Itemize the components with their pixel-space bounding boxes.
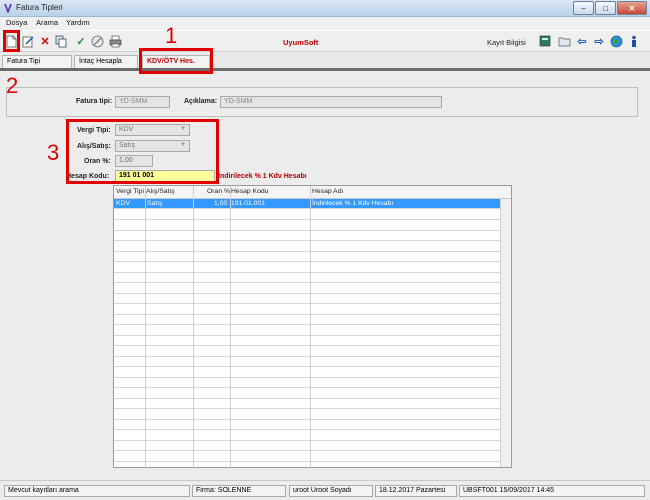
empty-row[interactable] (114, 357, 500, 367)
minimize-button[interactable]: – (573, 1, 594, 15)
empty-row[interactable] (114, 273, 500, 283)
title-bar: Fatura Tipleri – □ ✕ (0, 0, 650, 17)
tab-intac-hesapla[interactable]: İntaç Hesapla (74, 55, 138, 68)
col-alis-satis[interactable]: Alış/Satış (146, 188, 175, 195)
empty-row[interactable] (114, 284, 500, 294)
cell-vergi-tipi: KDV (116, 200, 130, 207)
empty-row[interactable] (114, 221, 500, 231)
annotation-box-1b (139, 48, 213, 74)
col-vergi-tipi[interactable]: Vergi Tipi (116, 188, 144, 195)
edit-icon[interactable] (21, 34, 35, 48)
menu-bar: Dosya Arama Yardım (0, 17, 650, 30)
empty-row[interactable] (114, 431, 500, 441)
check-icon[interactable]: ✓ (74, 34, 88, 48)
globe-icon[interactable] (609, 34, 623, 48)
grid-divider (310, 186, 311, 467)
toolbar: ✕ ✓ UyumSoft Kayıt Bilgisi ⇦ ⇨ (0, 30, 650, 52)
aciklama-field[interactable]: YD-SMM (220, 96, 442, 108)
col-hesap-kodu[interactable]: Hesap Kodu (231, 188, 268, 195)
fatura-tipi-label: Fatura tipi: (76, 98, 113, 105)
empty-row[interactable] (114, 305, 500, 315)
menu-arama[interactable]: Arama (36, 18, 58, 27)
empty-row[interactable] (114, 378, 500, 388)
empty-row[interactable] (114, 441, 500, 451)
calculator-icon[interactable] (538, 34, 552, 48)
col-hesap-adi[interactable]: Hesap Adı (312, 188, 343, 195)
hesap-adi-label: İndirilecek % 1 Kdv Hesabı (218, 173, 307, 180)
cell-oran: 1,00 (214, 200, 228, 207)
brand-label: UyumSoft (283, 38, 319, 47)
print-icon[interactable] (108, 34, 122, 48)
grid-divider (230, 186, 231, 467)
arrow-right-icon[interactable]: ⇨ (592, 34, 606, 48)
window-title: Fatura Tipleri (16, 3, 63, 12)
grid-divider (145, 186, 146, 467)
empty-row[interactable] (114, 294, 500, 304)
cell-alis-satis: Satış (147, 200, 163, 207)
status-firma: Firma: SOLENNE (192, 485, 286, 497)
cancel-icon[interactable] (90, 34, 104, 48)
status-version: UBSFT001 15/09/2017 14:45 (459, 485, 645, 497)
empty-row[interactable] (114, 252, 500, 262)
app-icon (4, 3, 12, 13)
grid-divider (193, 186, 194, 467)
empty-row[interactable] (114, 399, 500, 409)
cell-hesap-kodu: 191.01.001 (231, 200, 266, 207)
folder-icon[interactable] (557, 34, 571, 48)
copy-icon[interactable] (54, 34, 68, 48)
aciklama-label: Açıklama: (184, 98, 218, 105)
kdv-grid[interactable]: Vergi Tipi Alış/Satış Oran % Hesap Kodu … (113, 185, 512, 468)
empty-row[interactable] (114, 462, 500, 467)
empty-row[interactable] (114, 326, 500, 336)
maximize-button[interactable]: □ (595, 1, 616, 15)
empty-row[interactable] (114, 242, 500, 252)
cell-hesap-adi: İndirilecek % 1 Kdv Hesabı (312, 200, 394, 207)
annotation-number-1: 1 (165, 23, 178, 48)
tab-separator (0, 68, 650, 71)
empty-row[interactable] (114, 368, 500, 378)
grid-header: Vergi Tipi Alış/Satış Oran % Hesap Kodu … (114, 186, 511, 199)
table-row[interactable]: KDV Satış 1,00 191.01.001 İndirilecek % … (114, 199, 500, 209)
status-message: Mevcut kayıtları arama (4, 485, 190, 497)
annotation-number-3: 3 (47, 140, 60, 165)
empty-row[interactable] (114, 452, 500, 462)
empty-row[interactable] (114, 420, 500, 430)
empty-row[interactable] (114, 315, 500, 325)
tab-bar: Fatura Tipi İntaç Hesapla KDV/ÖTV Hes. (0, 52, 650, 69)
empty-row[interactable] (114, 347, 500, 357)
menu-yardim[interactable]: Yardım (66, 18, 90, 27)
annotation-box-3 (66, 119, 219, 184)
fatura-tipi-field[interactable]: YD-SMM (115, 96, 170, 108)
empty-row[interactable] (114, 410, 500, 420)
empty-row[interactable] (114, 389, 500, 399)
menu-dosya[interactable]: Dosya (6, 18, 27, 27)
close-button[interactable]: ✕ (617, 1, 647, 15)
status-bar: Mevcut kayıtları arama Firma: SOLENNE ur… (0, 480, 650, 500)
grid-scrollbar[interactable] (500, 199, 511, 467)
empty-row[interactable] (114, 231, 500, 241)
status-date: 18.12.2017 Pazartesi (375, 485, 457, 497)
info-icon[interactable] (627, 34, 641, 48)
empty-row[interactable] (114, 210, 500, 220)
annotation-number-2: 2 (6, 73, 19, 98)
delete-icon[interactable]: ✕ (38, 34, 52, 48)
col-oran[interactable]: Oran % (207, 188, 230, 195)
arrow-left-icon[interactable]: ⇦ (575, 34, 589, 48)
empty-row[interactable] (114, 263, 500, 273)
status-user: uroot Uroot Soyadı (289, 485, 373, 497)
tab-fatura-tipi[interactable]: Fatura Tipi (2, 55, 72, 68)
kayit-bilgisi-button[interactable]: Kayıt Bilgisi (487, 38, 526, 47)
annotation-box-1a (3, 30, 20, 52)
empty-row[interactable] (114, 336, 500, 346)
